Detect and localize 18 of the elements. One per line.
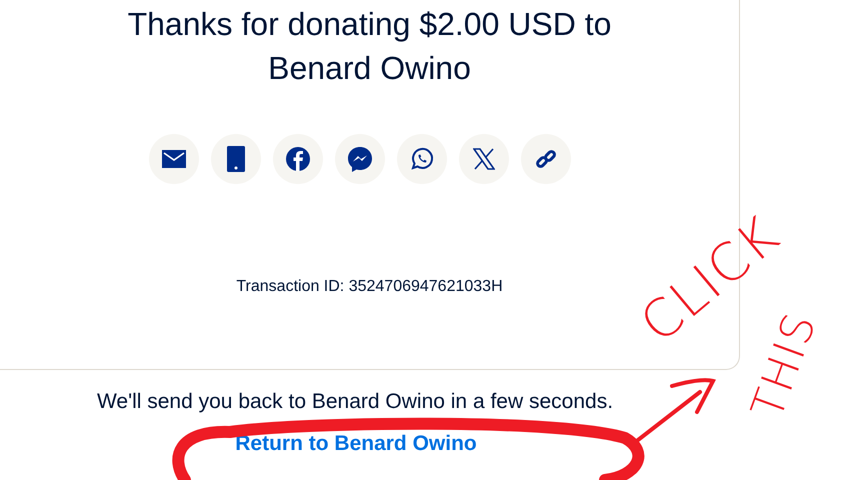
share-button[interactable] <box>458 134 508 184</box>
whatsapp-icon <box>410 147 434 171</box>
heading: Thanks for donating $2.00 USD to Benard Owino <box>126 5 612 88</box>
share-button[interactable] <box>520 134 570 184</box>
share-button[interactable] <box>272 134 322 184</box>
share-button[interactable] <box>148 134 198 184</box>
share-button[interactable] <box>396 134 446 184</box>
return-link[interactable]: Return to Benard Owino <box>235 432 477 456</box>
x-logo-icon <box>472 148 494 170</box>
redirect-message: We'll send you back to Benard Owino in a few seconds. <box>96 390 614 414</box>
share-button[interactable] <box>210 134 260 184</box>
email-icon <box>162 150 186 168</box>
share-button[interactable] <box>334 134 384 184</box>
link-icon <box>534 148 556 170</box>
phone-icon <box>226 146 244 172</box>
facebook-icon <box>286 147 310 171</box>
transaction-id: Transaction ID: 3524706947621033H <box>236 278 503 296</box>
messenger-icon <box>348 146 372 172</box>
